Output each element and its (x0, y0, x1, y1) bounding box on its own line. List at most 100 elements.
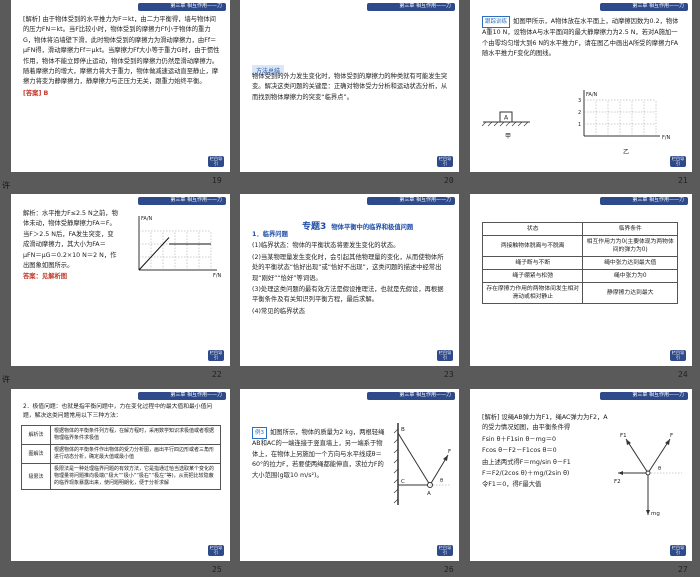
slide-header: 第三章 相互作用——力 (367, 3, 455, 11)
tracking-training-tag: 跟踪训练 (482, 16, 511, 29)
table-row: 两接触物体脱离与不脱离 相互作用力为0(主要体现为两物体间的弹力为0) (481, 235, 678, 257)
back-button[interactable]: 栏目导引 (437, 156, 453, 167)
back-button[interactable]: 栏目导引 (437, 545, 453, 556)
page-number: 20 (444, 176, 454, 185)
extremum-methods-table: 解析法 根据物体的平衡条件列方程，在解方程时，采用数学知识求极值或者根据物理临界条… (21, 425, 221, 490)
table-header-row: 状态 临界条件 (481, 222, 678, 236)
table-row: 绳子断与不断 绳中张力达到最大值 (481, 256, 678, 270)
page-number: 26 (444, 565, 454, 574)
slide-21[interactable]: 第三章 相互作用——力 跟踪训练 如图甲所示，A物体放在水平面上，动摩擦因数为0.… (470, 0, 692, 172)
rope-figure: B C A F θ (393, 423, 451, 505)
slide-27[interactable]: 第三章 相互作用——力 [解析] 设绳AB弹力为F1，绳AC弹力为F2，A的受力… (470, 389, 692, 561)
back-button[interactable]: 栏目导引 (670, 545, 686, 556)
back-button[interactable]: 栏目导引 (670, 156, 686, 167)
critical-state-table: 状态 临界条件 两接触物体脱离与不脱离 相互作用力为0(主要体现为两物体间的弹力为… (481, 222, 678, 304)
svg-text:θ: θ (440, 478, 443, 484)
slide-header: 第三章 相互作用——力 (138, 3, 226, 11)
svg-text:B: B (401, 427, 405, 433)
slide-header: 第三章 相互作用——力 (138, 197, 226, 205)
svg-text:甲: 甲 (505, 133, 511, 140)
table-row: 绳子绷紧与松弛 绳中张力为0 (481, 269, 678, 283)
list-item: (1)临界状态：物体的平衡状态将要发生变化的状态。 (252, 242, 400, 250)
equation: 由上述两式得F＝mg/sin θ－F1 (482, 458, 571, 466)
slide-header: 第三章 相互作用——力 (600, 392, 688, 400)
slide-header: 第三章 相互作用——力 (600, 197, 688, 205)
solution-text: [解析] 由于物体受到的水平推力为F＝kt，由二力平衡得，墙与物体间的压力FN＝… (23, 16, 220, 86)
slide-content: 跟踪训练 如图甲所示，A物体放在水平面上，动摩擦因数为0.2，物体A重10 N，设… (482, 16, 682, 61)
svg-text:1: 1 (578, 122, 581, 128)
slide-content: 解析：水平推力F≤2.5 N之前，物体未动，物体受静摩擦力FA＝F。当F＞2.5… (23, 209, 118, 284)
svg-text:A: A (427, 491, 431, 497)
page-number: 23 (444, 370, 454, 379)
slide-26[interactable]: 第三章 相互作用——力 例3 如图所示，物体的质量为2 kg，两根轻绳AB和AC的… (240, 389, 459, 561)
solution-text: 解析：水平推力F≤2.5 N之前，物体未动，物体受静摩擦力FA＝F。当F＞2.5… (23, 210, 118, 270)
table-row: 极限法 极限法是一种处理临界问题的有效方法，它是指通过恰当选取某个变化的物理量将问… (21, 463, 221, 490)
exercise-figures: A 甲 1 2 3 FA/N F/N 乙 (481, 90, 671, 156)
back-button[interactable]: 栏目导引 (208, 545, 224, 556)
list-item: (2)当某物理量发生变化时，会引起其他物理量的变化，从而使物体所处的平衡状态“恰… (252, 253, 444, 282)
svg-text:3: 3 (578, 98, 581, 104)
svg-text:FA/N: FA/N (141, 216, 153, 222)
svg-text:乙: 乙 (623, 149, 629, 156)
equation: Fsin θ＋F1sin θ－mg＝0 (482, 435, 557, 443)
page-number: 27 (678, 565, 688, 574)
slide-24[interactable]: 第三章 相互作用——力 状态 临界条件 两接触物体脱离与不脱离 相互作用力为0(主… (470, 194, 692, 366)
solution-text: [解析] 设绳AB弹力为F1，绳AC弹力为F2，A的受力情况如图，由平衡条件得 (482, 414, 608, 432)
equation: 令F1＝0，得F最大值 (482, 481, 542, 489)
page-number: 19 (212, 176, 222, 185)
svg-text:mg: mg (651, 511, 660, 517)
slide-content: 2．极值问题：也就是指平衡问题中，力在变化过程中的最大值和最小值问题，解决这类问… (23, 403, 220, 421)
slide-25[interactable]: 第三章 相互作用——力 2．极值问题：也就是指平衡问题中，力在变化过程中的最大值… (11, 389, 230, 561)
slide-content: 1．临界问题 (1)临界状态：物体的平衡状态将要发生变化的状态。 (2)当某物理… (252, 230, 449, 318)
page-number: 24 (678, 370, 688, 379)
svg-text:F: F (448, 449, 451, 455)
page-number: 25 (212, 565, 222, 574)
slide-content: [解析] 由于物体受到的水平推力为F＝kt，由二力平衡得，墙与物体间的压力FN＝… (23, 15, 220, 100)
table-row: 存在摩擦力作用的两物体间发生相对滑动或相对静止 静摩擦力达到最大 (481, 282, 678, 304)
svg-text:F2: F2 (614, 479, 621, 485)
table-row: 解析法 根据物体的平衡条件列方程，在解方程时，采用数学知识求极值或者根据物理临界条… (21, 425, 221, 445)
answer-text: 答案：见解析图 (23, 273, 68, 281)
intro-text: 2．极值问题：也就是指平衡问题中，力在变化过程中的最大值和最小值问题，解决这类问… (23, 404, 213, 419)
force-diagram: F F1 F2 mg θ (614, 433, 682, 517)
back-button[interactable]: 栏目导引 (208, 156, 224, 167)
svg-text:F/N: F/N (662, 135, 671, 141)
slide-content: 物体受到的外力发生变化时，物体受到的摩擦力的种类就有可能发生突变。解决这类问题的… (252, 72, 449, 104)
slide-20[interactable]: 第三章 相互作用——力 方法总结 物体受到的外力发生变化时，物体受到的摩擦力的种… (240, 0, 459, 172)
page-number: 22 (212, 370, 222, 379)
section-heading: 1．临界问题 (252, 231, 288, 238)
slide-header: 第三章 相互作用——力 (600, 3, 688, 11)
back-button[interactable]: 栏目导引 (670, 350, 686, 361)
equation: F＝F2/(2cos θ)＋mg/(2sin θ) (482, 470, 570, 478)
svg-text:2: 2 (578, 110, 581, 116)
strip-label: 许 (2, 181, 10, 190)
back-button[interactable]: 栏目导引 (208, 350, 224, 361)
back-button[interactable]: 栏目导引 (437, 350, 453, 361)
example-tag: 例3 (252, 427, 267, 440)
svg-text:θ: θ (658, 466, 661, 472)
svg-text:FA/N: FA/N (586, 92, 598, 98)
strip-label: 许 (2, 375, 10, 384)
summary-text: 物体受到的外力发生变化时，物体受到的摩擦力的种类就有可能发生突变。解决这类问题的… (252, 73, 448, 101)
slide-header: 第三章 相互作用——力 (367, 197, 455, 205)
slide-content: 例3 如图所示，物体的质量为2 kg，两根轻绳AB和AC的一端连接于竖直墙上，另一… (252, 427, 387, 482)
answer-text: [答案] B (23, 89, 49, 97)
svg-text:F: F (670, 433, 673, 439)
exercise-text: 如图甲所示，A物体放在水平面上，动摩擦因数为0.2，物体A重10 N，设物体A与… (482, 18, 679, 58)
slide-header: 第三章 相互作用——力 (367, 392, 455, 400)
answer-graph: FA/N F/N (138, 216, 222, 279)
equation: Fcos θ－F2－F1cos θ＝0 (482, 447, 557, 455)
slide-22[interactable]: 第三章 相互作用——力 解析：水平推力F≤2.5 N之前，物体未动，物体受静摩擦… (11, 194, 230, 366)
slide-content: [解析] 设绳AB弹力为F1，绳AC弹力为F2，A的受力情况如图，由平衡条件得 … (482, 413, 612, 492)
list-item: (4)常见的临界状态 (252, 307, 305, 315)
svg-text:F1: F1 (620, 433, 627, 439)
list-item: (3)处理这类问题的最有效方法是假设推理法，也就是先假设，再根据平衡条件及有关知… (252, 286, 444, 304)
slide-header: 第三章 相互作用——力 (138, 392, 226, 400)
slide-19[interactable]: 第三章 相互作用——力 [解析] 由于物体受到的水平推力为F＝kt，由二力平衡得… (11, 0, 230, 172)
example-text: 如图所示，物体的质量为2 kg，两根轻绳AB和AC的一端连接于竖直墙上，另一端系… (252, 429, 385, 479)
svg-text:C: C (401, 479, 405, 485)
page-number: 21 (678, 176, 688, 185)
slide-23[interactable]: 第三章 相互作用——力 专题3 物体平衡中的临界和极值问题 1．临界问题 (1)… (240, 194, 459, 366)
svg-text:F/N: F/N (213, 273, 222, 279)
table-row: 图解法 根据物体的平衡条件作出物体的受力分析图，画出平行四边形或者三角形进行动态分… (21, 444, 221, 464)
